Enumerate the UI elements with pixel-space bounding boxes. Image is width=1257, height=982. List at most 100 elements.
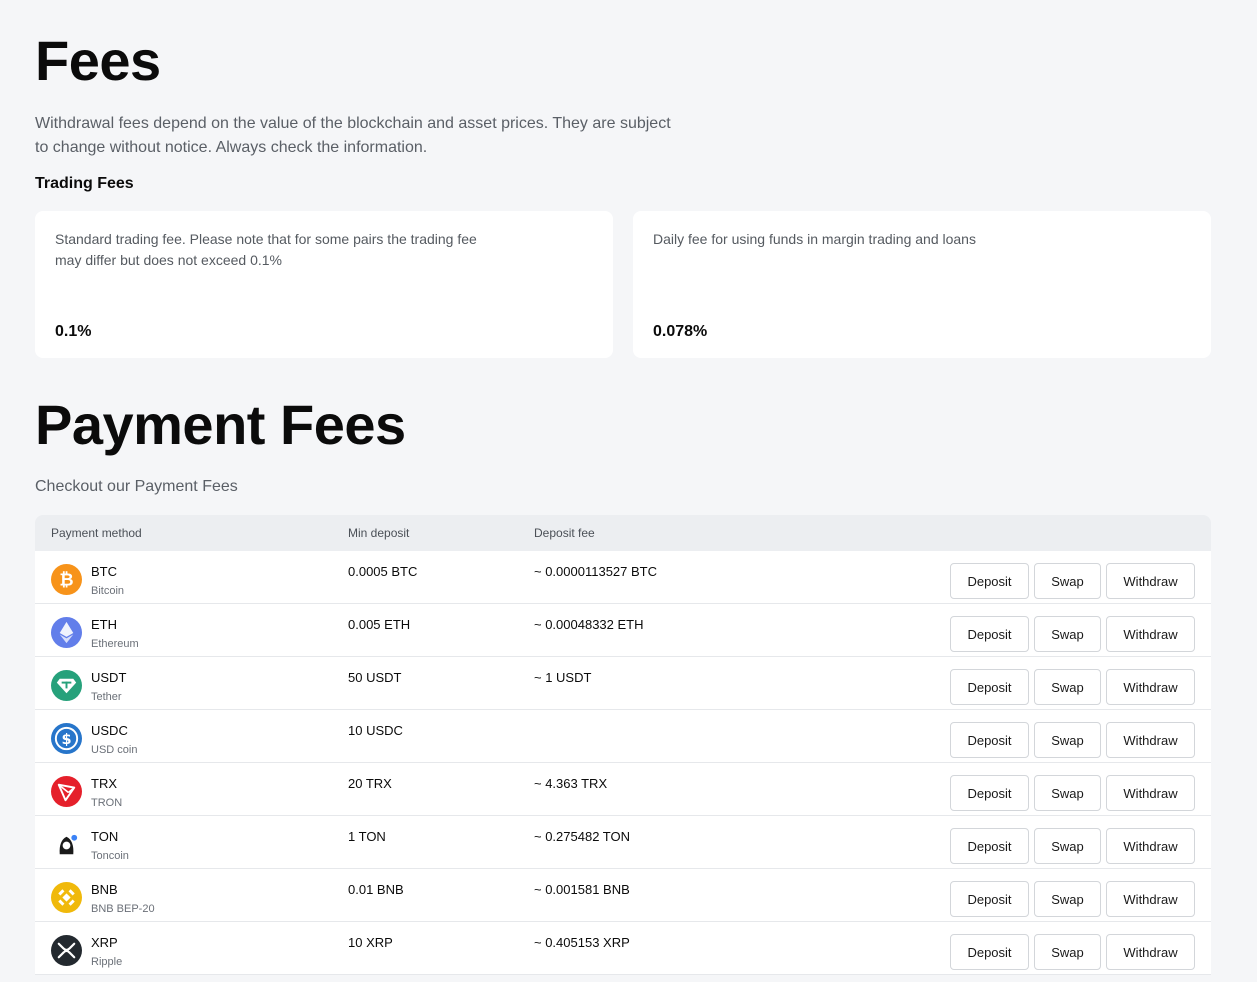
withdraw-button[interactable]: Withdraw	[1106, 828, 1195, 864]
swap-button[interactable]: Swap	[1034, 934, 1101, 970]
coin-name: USD coin	[91, 744, 138, 756]
coin-name: Ethereum	[91, 638, 139, 650]
table-row: BNB BNB BEP-20 0.01 BNB ~ 0.001581 BNB D…	[35, 869, 1211, 922]
row-actions: Deposit Swap Withdraw	[950, 828, 1195, 864]
table-row: TON Toncoin 1 TON ~ 0.275482 TON Deposit…	[35, 816, 1211, 869]
deposit-fee: ~ 0.405153 XRP	[534, 935, 630, 950]
coin-name: Bitcoin	[91, 585, 125, 597]
column-min-deposit: Min deposit	[348, 526, 410, 540]
deposit-fee: ~ 0.001581 BNB	[534, 882, 630, 897]
row-actions: Deposit Swap Withdraw	[950, 669, 1195, 705]
payment-fees-table: Payment method Min deposit Deposit fee ₿…	[35, 515, 1211, 975]
coin-name: BNB BEP-20	[91, 903, 155, 915]
coin-name: TRON	[91, 797, 123, 809]
table-row: $ USDC USD coin 10 USDC Deposit Swap Wit…	[35, 710, 1211, 763]
card-description: Daily fee for using funds in margin trad…	[653, 231, 976, 247]
tron-icon	[51, 776, 82, 807]
deposit-button[interactable]: Deposit	[950, 934, 1029, 970]
coin-symbol: USDC	[91, 723, 128, 738]
coin-name: Tether	[91, 691, 122, 703]
swap-button[interactable]: Swap	[1034, 563, 1101, 599]
payment-fees-title: Payment Fees	[35, 393, 406, 456]
deposit-fee: ~ 0.00048332 ETH	[534, 617, 644, 632]
coin-name: Toncoin	[91, 850, 129, 862]
coin-symbol: TON	[91, 829, 119, 844]
deposit-button[interactable]: Deposit	[950, 563, 1029, 599]
margin-fee-card: Daily fee for using funds in margin trad…	[633, 211, 1211, 358]
coin-symbol: XRP	[91, 935, 118, 950]
fees-title: Fees	[35, 29, 161, 92]
card-description: Standard trading fee. Please note that f…	[55, 231, 477, 268]
row-actions: Deposit Swap Withdraw	[950, 881, 1195, 917]
deposit-button[interactable]: Deposit	[950, 881, 1029, 917]
ethereum-icon	[51, 617, 82, 648]
page: Fees Withdrawal fees depend on the value…	[0, 0, 1257, 982]
swap-button[interactable]: Swap	[1034, 669, 1101, 705]
standard-trading-fee-card: Standard trading fee. Please note that f…	[35, 211, 613, 358]
swap-button[interactable]: Swap	[1034, 828, 1101, 864]
deposit-fee: ~ 0.0000113527 BTC	[534, 564, 657, 579]
withdraw-button[interactable]: Withdraw	[1106, 934, 1195, 970]
swap-button[interactable]: Swap	[1034, 775, 1101, 811]
coin-symbol: USDT	[91, 670, 127, 685]
column-payment-method: Payment method	[51, 526, 142, 540]
card-value: 0.078%	[653, 323, 708, 340]
coin-name: Ripple	[91, 956, 123, 968]
min-deposit: 0.005 ETH	[348, 617, 411, 632]
svg-text:₿: ₿	[59, 570, 73, 590]
withdraw-button[interactable]: Withdraw	[1106, 775, 1195, 811]
deposit-fee: ~ 1 USDT	[534, 670, 592, 685]
deposit-button[interactable]: Deposit	[950, 775, 1029, 811]
deposit-fee: ~ 0.275482 TON	[534, 829, 631, 844]
coin-symbol: TRX	[91, 776, 117, 791]
withdraw-button[interactable]: Withdraw	[1106, 563, 1195, 599]
deposit-button[interactable]: Deposit	[950, 828, 1029, 864]
table-row: ₿ BTC Bitcoin 0.0005 BTC ~ 0.0000113527 …	[35, 551, 1211, 604]
table-row: TRX TRON 20 TRX ~ 4.363 TRX Deposit Swap…	[35, 763, 1211, 816]
card-value: 0.1%	[55, 323, 92, 340]
bnb-icon	[51, 882, 82, 913]
withdraw-button[interactable]: Withdraw	[1106, 669, 1195, 705]
coin-symbol: BTC	[91, 564, 117, 579]
table-row: ETH Ethereum 0.005 ETH ~ 0.00048332 ETH …	[35, 604, 1211, 657]
swap-button[interactable]: Swap	[1034, 722, 1101, 758]
toncoin-icon	[51, 829, 82, 860]
row-actions: Deposit Swap Withdraw	[950, 616, 1195, 652]
svg-text:$: $	[61, 732, 71, 748]
deposit-fee: ~ 4.363 TRX	[534, 776, 608, 791]
column-deposit-fee: Deposit fee	[534, 526, 595, 540]
row-actions: Deposit Swap Withdraw	[950, 775, 1195, 811]
payment-fees-description: Checkout our Payment Fees	[35, 478, 238, 495]
min-deposit: 10 XRP	[348, 935, 393, 950]
deposit-button[interactable]: Deposit	[950, 616, 1029, 652]
min-deposit: 0.0005 BTC	[348, 564, 418, 579]
table-row: XRP Ripple 10 XRP ~ 0.405153 XRP Deposit…	[35, 922, 1211, 975]
swap-button[interactable]: Swap	[1034, 881, 1101, 917]
table-row: USDT Tether 50 USDT ~ 1 USDT Deposit Swa…	[35, 657, 1211, 710]
table-header: Payment method Min deposit Deposit fee	[35, 515, 1211, 551]
withdraw-button[interactable]: Withdraw	[1106, 616, 1195, 652]
coin-symbol: ETH	[91, 617, 117, 632]
tether-icon	[51, 670, 82, 701]
xrp-icon	[51, 935, 82, 966]
min-deposit: 20 TRX	[348, 776, 392, 791]
min-deposit: 1 TON	[348, 829, 386, 844]
min-deposit: 10 USDC	[348, 723, 403, 738]
fees-description: Withdrawal fees depend on the value of t…	[35, 115, 671, 156]
usdc-icon: $	[51, 723, 82, 754]
table-body: ₿ BTC Bitcoin 0.0005 BTC ~ 0.0000113527 …	[35, 551, 1211, 975]
coin-symbol: BNB	[91, 882, 118, 897]
row-actions: Deposit Swap Withdraw	[950, 563, 1195, 599]
row-actions: Deposit Swap Withdraw	[950, 934, 1195, 970]
row-actions: Deposit Swap Withdraw	[950, 722, 1195, 758]
withdraw-button[interactable]: Withdraw	[1106, 722, 1195, 758]
withdraw-button[interactable]: Withdraw	[1106, 881, 1195, 917]
min-deposit: 0.01 BNB	[348, 882, 404, 897]
deposit-button[interactable]: Deposit	[950, 669, 1029, 705]
swap-button[interactable]: Swap	[1034, 616, 1101, 652]
deposit-button[interactable]: Deposit	[950, 722, 1029, 758]
trading-fee-cards: Standard trading fee. Please note that f…	[35, 211, 1211, 358]
bitcoin-icon: ₿	[51, 564, 82, 595]
min-deposit: 50 USDT	[348, 670, 402, 685]
trading-fees-title: Trading Fees	[35, 175, 134, 192]
